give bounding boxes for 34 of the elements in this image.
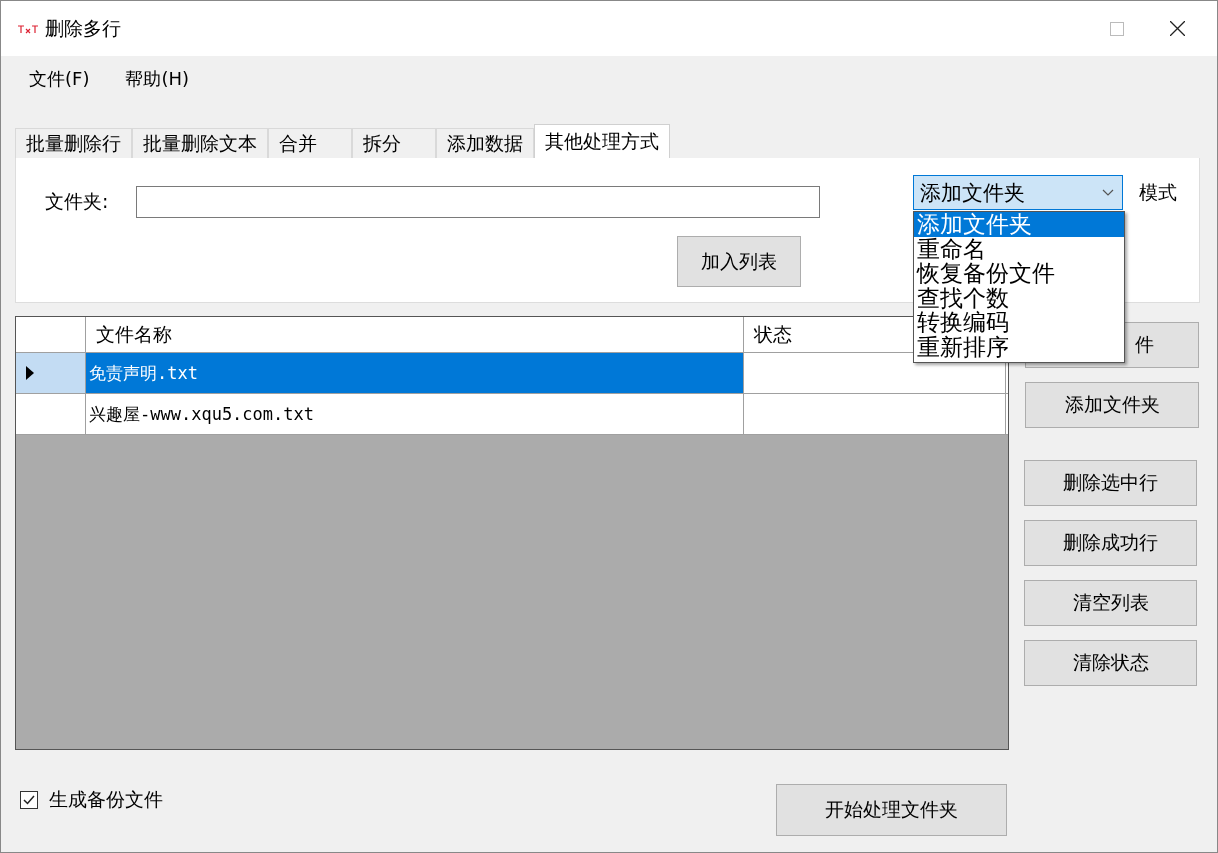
app-icon xyxy=(17,23,39,34)
dropdown-option[interactable]: 重命名 xyxy=(914,236,1124,262)
mode-label: 模式 xyxy=(1139,180,1177,205)
side-button[interactable]: 清空列表 xyxy=(1024,580,1197,626)
tab[interactable]: 合并 xyxy=(268,128,352,158)
menu-item[interactable]: 帮助(H) xyxy=(115,66,199,91)
checkbox-icon xyxy=(20,791,38,809)
folder-input-field[interactable] xyxy=(136,186,820,218)
folder-label: 文件夹: xyxy=(45,189,110,214)
dropdown-option[interactable]: 查找个数 xyxy=(914,285,1124,311)
tab[interactable]: 批量删除文本 xyxy=(132,128,268,158)
side-button[interactable]: 添加文件夹 xyxy=(1025,382,1199,428)
tab[interactable]: 其他处理方式 xyxy=(534,124,670,158)
dropdown-option[interactable]: 添加文件夹 xyxy=(914,212,1124,237)
add-to-list-button[interactable]: 加入列表 xyxy=(677,236,801,287)
chevron-down-icon xyxy=(1102,189,1114,196)
mode-dropdown[interactable]: 添加文件夹 xyxy=(913,175,1123,210)
close-icon[interactable] xyxy=(1170,21,1185,36)
side-button[interactable]: 清除状态 xyxy=(1024,640,1197,686)
table-row[interactable]: 兴趣屋-www.xqu5.com.txt xyxy=(16,394,1008,435)
window-title: 删除多行 xyxy=(45,15,121,41)
column-header: 文件名称 xyxy=(86,317,744,352)
menu-item[interactable]: 文件(F) xyxy=(19,66,100,91)
table-cell: 兴趣屋-www.xqu5.com.txt xyxy=(86,394,744,434)
start-button[interactable]: 开始处理文件夹 xyxy=(776,784,1007,836)
side-button[interactable]: 删除成功行 xyxy=(1024,520,1197,566)
tab[interactable]: 添加数据 xyxy=(436,128,534,158)
dropdown-option[interactable]: 恢复备份文件 xyxy=(914,261,1124,286)
backup-checkbox[interactable]: 生成备份文件 xyxy=(20,787,776,813)
tab[interactable]: 批量删除行 xyxy=(15,128,132,158)
current-row-icon xyxy=(26,366,34,380)
tab[interactable]: 拆分 xyxy=(352,128,436,158)
side-button[interactable]: 删除选中行 xyxy=(1024,460,1197,506)
table-cell: 免责声明.txt xyxy=(86,353,744,393)
